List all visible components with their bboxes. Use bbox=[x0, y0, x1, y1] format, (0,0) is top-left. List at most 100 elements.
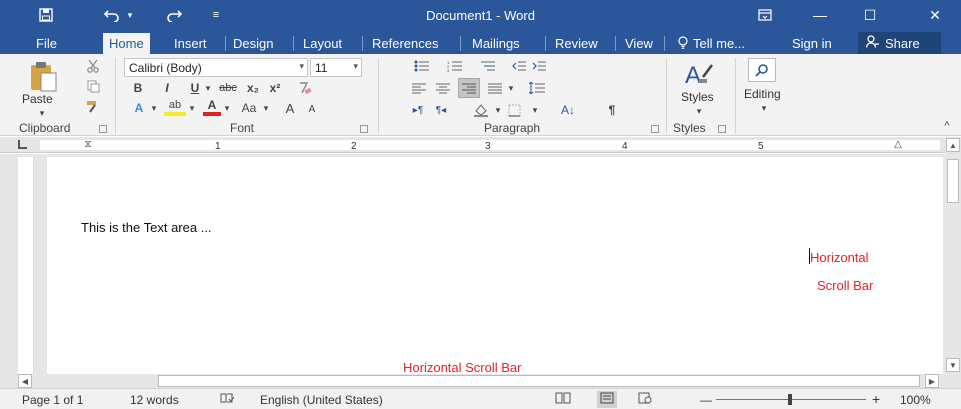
styles-dropdown-icon[interactable]: ▾ bbox=[694, 106, 704, 116]
tab-separator bbox=[615, 36, 616, 51]
right-indent-marker-icon[interactable]: △ bbox=[892, 138, 904, 150]
sign-in-link[interactable]: Sign in bbox=[786, 33, 838, 54]
chevron-down-icon: ▾ bbox=[353, 61, 358, 71]
tab-mailings[interactable]: Mailings bbox=[466, 33, 526, 54]
restore-button[interactable]: ☐ bbox=[850, 0, 890, 30]
font-color-dropdown-icon[interactable]: ▾ bbox=[222, 100, 232, 116]
tab-view[interactable]: View bbox=[619, 33, 659, 54]
print-layout-icon[interactable] bbox=[597, 391, 617, 408]
web-layout-icon[interactable] bbox=[638, 392, 652, 407]
language[interactable]: English (United States) bbox=[260, 393, 383, 407]
styles-button[interactable]: Styles bbox=[681, 90, 714, 104]
increase-indent-icon[interactable] bbox=[530, 58, 548, 74]
change-case-dropdown-icon[interactable]: ▾ bbox=[261, 100, 271, 116]
tab-file[interactable]: File bbox=[30, 33, 63, 54]
ribbon-display-options-icon[interactable] bbox=[745, 0, 785, 30]
vertical-ruler[interactable] bbox=[18, 157, 34, 375]
tab-insert[interactable]: Insert bbox=[168, 33, 213, 54]
align-left-icon[interactable] bbox=[410, 80, 428, 96]
styles-gallery-icon[interactable]: A bbox=[680, 58, 718, 90]
vertical-scroll-thumb[interactable] bbox=[947, 159, 959, 203]
tab-layout[interactable]: Layout bbox=[297, 33, 348, 54]
shrink-font-button[interactable]: A bbox=[304, 102, 320, 116]
highlight-button[interactable]: ab bbox=[164, 98, 186, 116]
vertical-scroll-bar[interactable]: ▲ ▼ bbox=[945, 137, 961, 373]
font-color-button[interactable]: A bbox=[203, 98, 221, 116]
proofing-icon[interactable] bbox=[220, 392, 235, 407]
rtl-text-icon[interactable]: ¶◂ bbox=[431, 102, 451, 118]
zoom-level[interactable]: 100% bbox=[900, 393, 931, 407]
minimize-button[interactable]: — bbox=[800, 0, 840, 30]
editing-dropdown-icon[interactable]: ▾ bbox=[759, 103, 769, 113]
indent-marker-icon[interactable]: ⧖ bbox=[82, 138, 94, 150]
copy-icon[interactable] bbox=[85, 78, 101, 94]
document-text[interactable]: This is the Text area ... bbox=[81, 220, 212, 235]
highlight-dropdown-icon[interactable]: ▾ bbox=[187, 100, 197, 116]
subscript-button[interactable]: x₂ bbox=[244, 80, 262, 96]
bullets-icon[interactable] bbox=[410, 58, 434, 74]
styles-launcher-icon[interactable] bbox=[718, 125, 726, 133]
borders-icon[interactable] bbox=[505, 102, 523, 118]
horizontal-scroll-bar[interactable]: ◀ ▶ bbox=[0, 374, 961, 388]
tab-selector-icon[interactable] bbox=[18, 140, 27, 149]
line-spacing-icon[interactable] bbox=[526, 80, 548, 96]
zoom-in-button[interactable]: + bbox=[872, 391, 880, 407]
scroll-left-icon[interactable]: ◀ bbox=[18, 374, 32, 388]
text-effects-button[interactable]: A bbox=[130, 100, 148, 116]
paste-label[interactable]: Paste bbox=[22, 92, 53, 106]
borders-dropdown-icon[interactable]: ▾ bbox=[530, 102, 540, 118]
collapse-ribbon-icon[interactable]: ^ bbox=[940, 120, 954, 132]
tab-home[interactable]: Home bbox=[103, 33, 150, 54]
zoom-slider-thumb[interactable] bbox=[788, 394, 792, 405]
read-mode-icon[interactable] bbox=[555, 392, 571, 407]
ltr-text-icon[interactable]: ▸¶ bbox=[408, 102, 428, 118]
search-icon[interactable] bbox=[748, 58, 776, 82]
horizontal-ruler[interactable]: ⧖ 1 2 3 4 5 △ bbox=[0, 137, 961, 153]
share-button[interactable]: Share bbox=[858, 32, 941, 54]
tell-me-box[interactable]: Tell me... bbox=[672, 33, 751, 54]
paste-icon[interactable] bbox=[22, 58, 64, 94]
word-count[interactable]: 12 words bbox=[130, 393, 179, 407]
tab-review[interactable]: Review bbox=[549, 33, 604, 54]
tab-references[interactable]: References bbox=[366, 33, 444, 54]
page-count[interactable]: Page 1 of 1 bbox=[22, 393, 83, 407]
numbering-icon[interactable]: 123 bbox=[444, 58, 466, 74]
clear-formatting-icon[interactable] bbox=[294, 80, 314, 96]
grow-font-button[interactable]: A bbox=[281, 100, 299, 116]
document-page[interactable]: This is the Text area ... Horizontal Scr… bbox=[47, 157, 943, 376]
font-name-combo[interactable]: Calibri (Body) ▾ bbox=[124, 58, 308, 77]
scroll-down-icon[interactable]: ▼ bbox=[946, 358, 960, 372]
justify-icon[interactable] bbox=[486, 80, 504, 96]
paste-dropdown-icon[interactable]: ▾ bbox=[36, 108, 48, 118]
paragraph-launcher-icon[interactable] bbox=[651, 125, 659, 133]
show-marks-button[interactable]: ¶ bbox=[604, 102, 620, 118]
shading-dropdown-icon[interactable]: ▾ bbox=[493, 102, 503, 118]
horizontal-scroll-thumb[interactable] bbox=[158, 375, 920, 387]
change-case-button[interactable]: Aa bbox=[238, 100, 260, 116]
align-right-icon[interactable] bbox=[458, 78, 480, 98]
justify-dropdown-icon[interactable]: ▾ bbox=[506, 80, 516, 96]
font-launcher-icon[interactable] bbox=[360, 125, 368, 133]
multilevel-list-icon[interactable] bbox=[476, 58, 500, 74]
sort-button[interactable]: A↓ bbox=[558, 102, 578, 118]
format-painter-icon[interactable] bbox=[85, 98, 101, 114]
underline-dropdown-icon[interactable]: ▾ bbox=[203, 80, 213, 96]
align-center-icon[interactable] bbox=[434, 80, 452, 96]
scroll-up-icon[interactable]: ▲ bbox=[946, 138, 960, 152]
strikethrough-button[interactable]: abc bbox=[216, 80, 240, 96]
underline-button[interactable]: U bbox=[188, 80, 202, 96]
superscript-button[interactable]: x² bbox=[266, 80, 284, 96]
bold-button[interactable]: B bbox=[131, 80, 145, 96]
shading-icon[interactable] bbox=[470, 102, 492, 118]
scroll-right-icon[interactable]: ▶ bbox=[925, 374, 939, 388]
italic-button[interactable]: I bbox=[160, 80, 174, 96]
clipboard-launcher-icon[interactable] bbox=[99, 125, 107, 133]
font-size-combo[interactable]: 11 ▾ bbox=[310, 58, 362, 77]
zoom-out-button[interactable]: — bbox=[700, 393, 712, 407]
decrease-indent-icon[interactable] bbox=[510, 58, 528, 74]
close-button[interactable]: ✕ bbox=[915, 0, 955, 30]
tab-design[interactable]: Design bbox=[227, 33, 279, 54]
editing-button[interactable]: Editing bbox=[744, 87, 781, 101]
text-effects-dropdown-icon[interactable]: ▾ bbox=[149, 100, 159, 116]
cut-icon[interactable] bbox=[85, 58, 101, 74]
